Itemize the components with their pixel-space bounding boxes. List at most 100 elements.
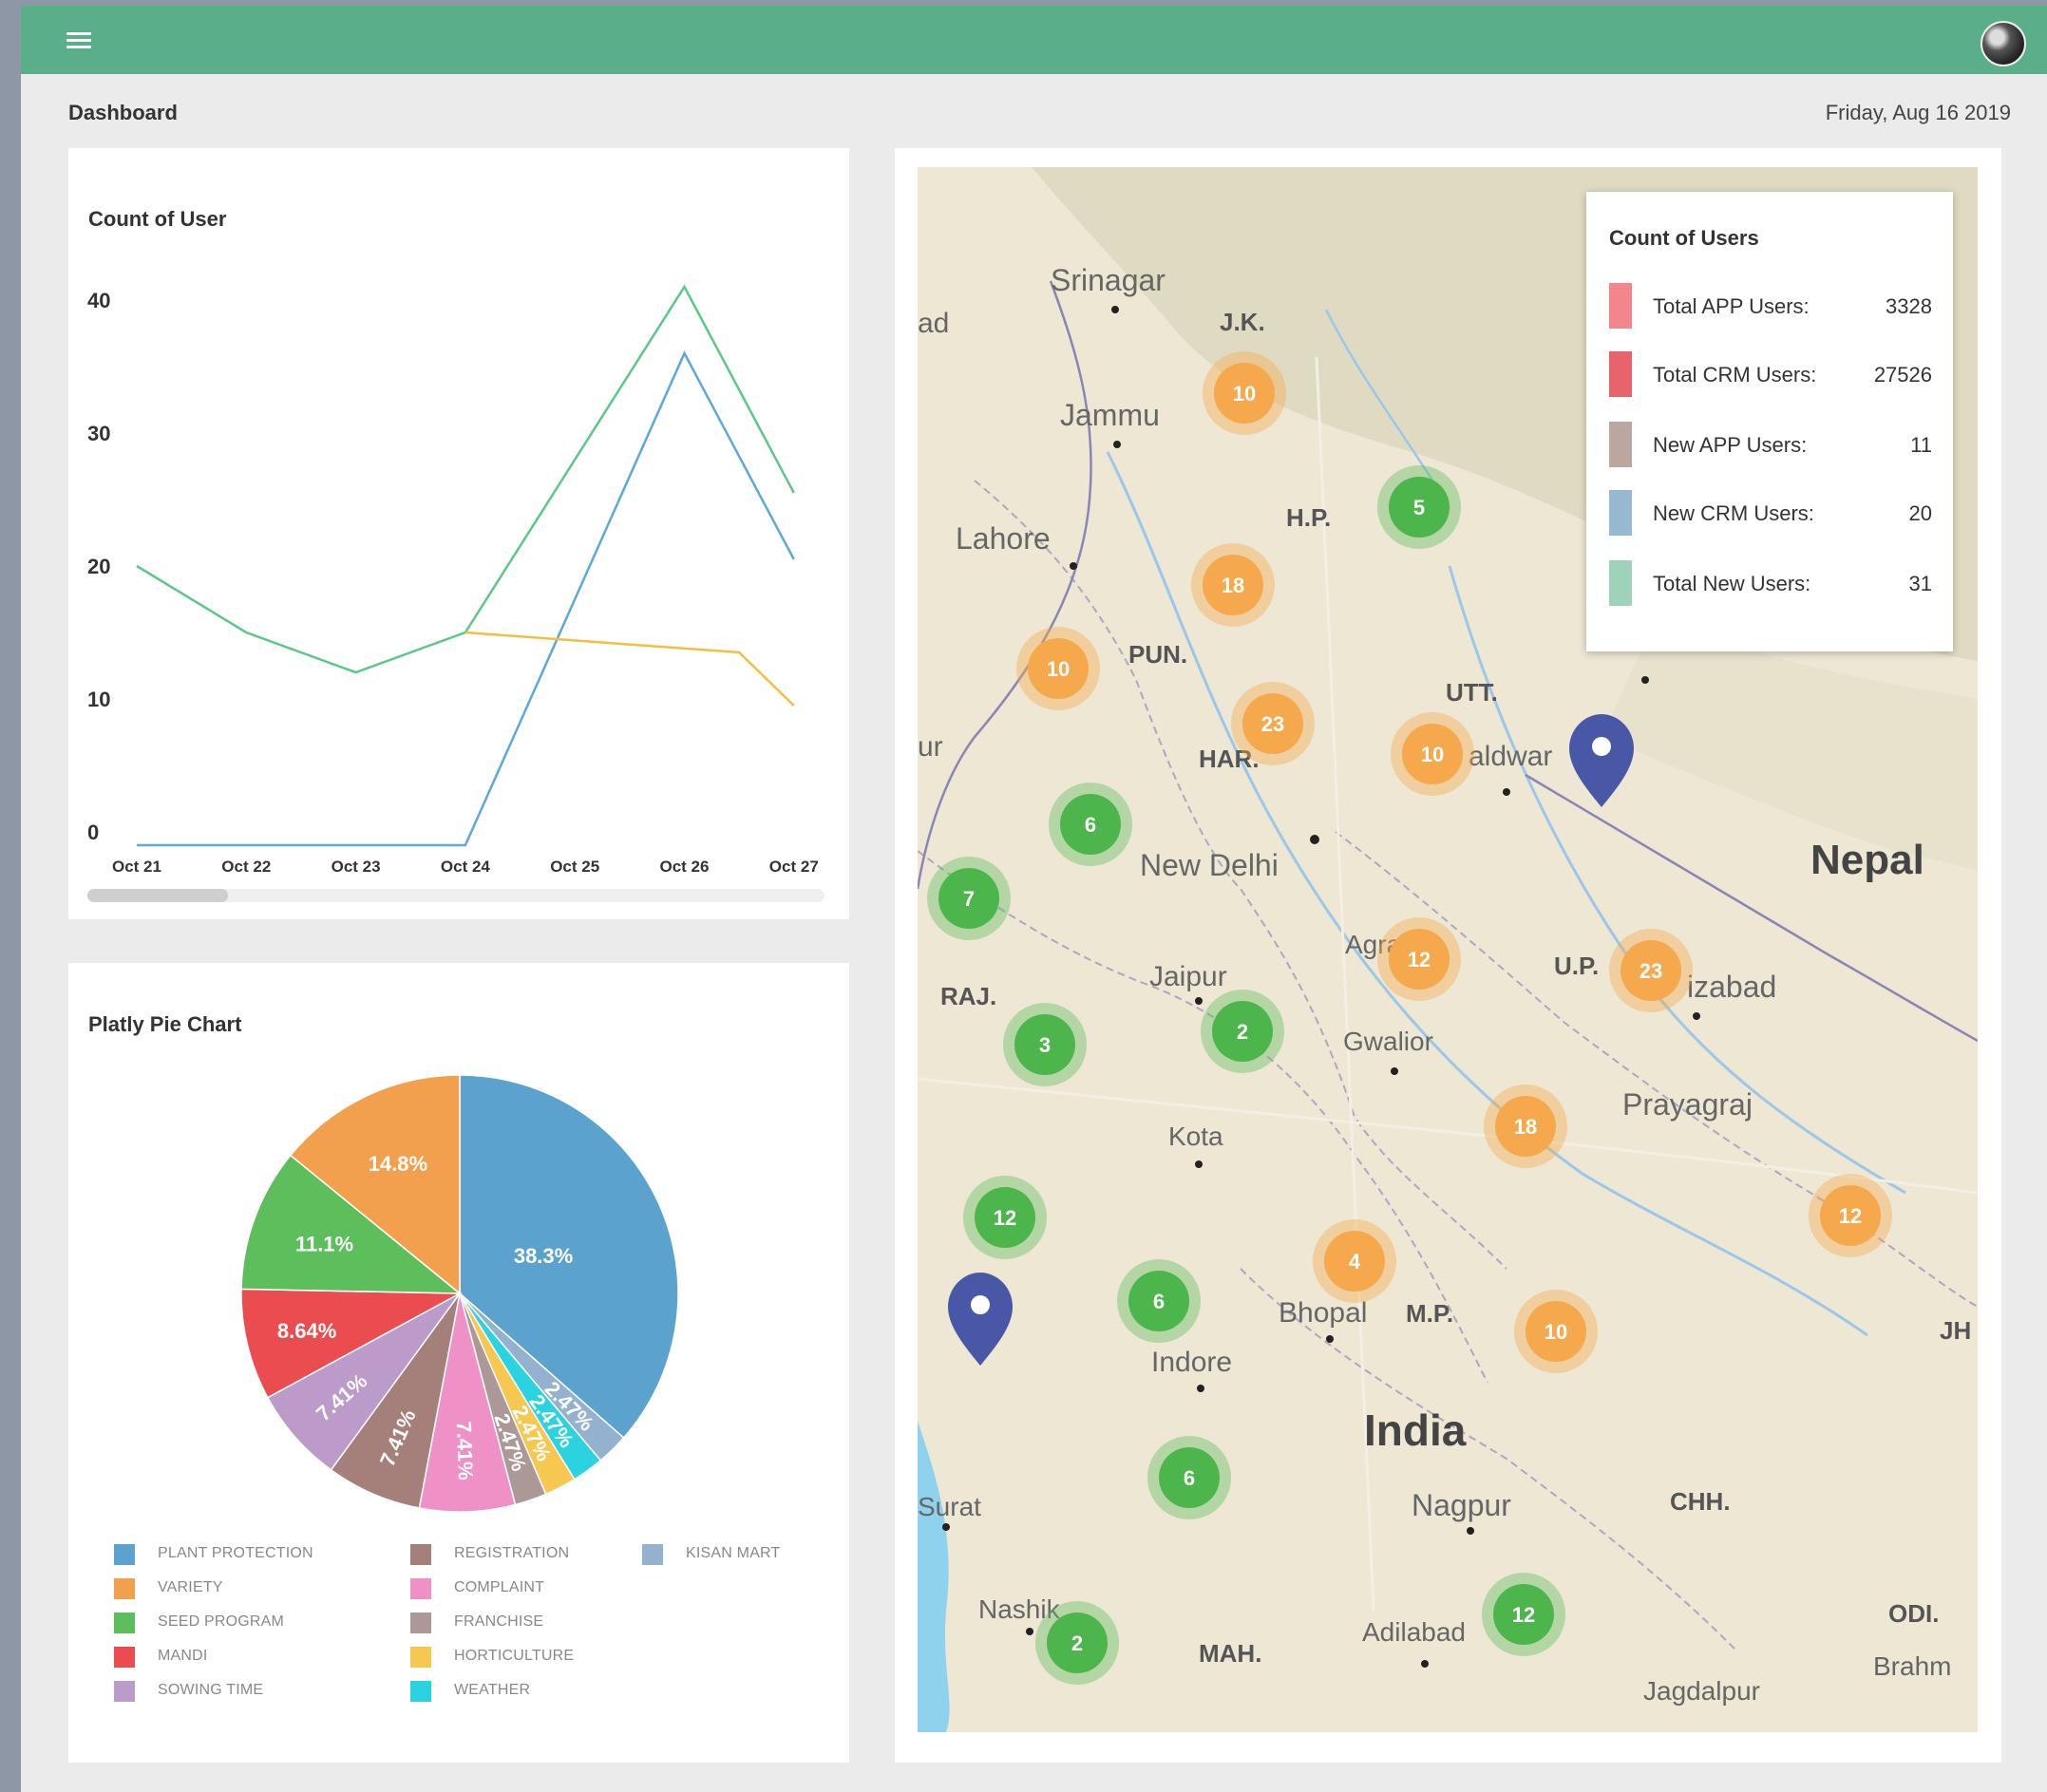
orange-cluster[interactable]: 4 — [1313, 1219, 1396, 1303]
green-cluster[interactable]: 5 — [1377, 465, 1461, 549]
legend-label: COMPLAINT — [454, 1579, 545, 1595]
legend-label: FRANCHISE — [454, 1613, 544, 1630]
orange-cluster[interactable]: 10 — [1203, 351, 1286, 435]
legend-swatch — [114, 1578, 135, 1599]
legend-swatch — [114, 1647, 135, 1668]
map-place-label: UTT. — [1446, 678, 1498, 707]
map-pin-icon[interactable] — [1569, 714, 1634, 807]
orange-cluster[interactable]: 10 — [1016, 627, 1100, 710]
chart-scrollbar[interactable] — [87, 889, 824, 902]
pie-slice-label: 7.41% — [452, 1421, 478, 1481]
orange-cluster[interactable]: 23 — [1609, 929, 1693, 1012]
legend-label: SEED PROGRAM — [158, 1613, 285, 1630]
x-tick-label: Oct 27 — [769, 858, 819, 876]
cluster-count: 6 — [1085, 813, 1096, 837]
page-date: Friday, Aug 16 2019 — [1825, 101, 2011, 124]
count-of-users-panel: Count of Users Total APP Users: 3328 Tot… — [1586, 192, 1953, 651]
map-place-label: Jammu — [1060, 398, 1160, 432]
orange-cluster[interactable]: 18 — [1191, 543, 1275, 627]
cluster-count: 3 — [1039, 1033, 1051, 1057]
green-cluster[interactable]: 6 — [1147, 1436, 1231, 1519]
map-place-label: Gwalior — [1343, 1027, 1433, 1056]
legend-label: WEATHER — [454, 1682, 531, 1698]
legend-swatch — [114, 1613, 135, 1633]
legend-label: KISAN MART — [686, 1545, 781, 1561]
legend-label: HORTICULTURE — [454, 1648, 575, 1664]
cluster-count: 10 — [1545, 1320, 1567, 1344]
green-cluster[interactable]: 12 — [963, 1176, 1047, 1259]
cluster-count: 5 — [1413, 496, 1425, 519]
green-cluster[interactable]: 7 — [927, 857, 1011, 940]
orange-cluster[interactable]: 12 — [1377, 917, 1461, 1001]
cluster-count: 10 — [1421, 743, 1444, 766]
map-place-label: Brahm — [1873, 1651, 1951, 1681]
map-place-label: ad — [918, 308, 949, 339]
x-tick-label: Oct 21 — [112, 858, 161, 876]
orange-cluster[interactable]: 10 — [1391, 712, 1474, 796]
line-chart: 40 30 20 10 0 Oct 21 Oct 22 Oct 23 Oct 24 Oct 25 O… — [87, 284, 819, 876]
stat-swatch — [1609, 422, 1632, 467]
map-place-label: Jaipur — [1149, 961, 1227, 992]
orange-cluster[interactable]: 23 — [1231, 682, 1315, 765]
map-place-label: Nepal — [1810, 837, 1924, 883]
legend-swatch — [410, 1613, 431, 1633]
orange-cluster[interactable]: 12 — [1809, 1174, 1892, 1257]
pie-slice-label: 14.8% — [369, 1152, 427, 1176]
map-pin-icon[interactable] — [948, 1273, 1013, 1366]
map-place-label: J.K. — [1220, 308, 1265, 336]
city-dot — [1467, 1527, 1474, 1535]
green-cluster[interactable]: 6 — [1117, 1259, 1201, 1343]
legend-swatch — [410, 1544, 431, 1565]
map-place-label: U.P. — [1554, 952, 1599, 980]
chart-scroll-thumb[interactable] — [87, 889, 228, 902]
line-chart-card: Count of User 40 30 20 10 0 Oct 21 Oct 22 Oct 2… — [68, 148, 849, 919]
green-cluster[interactable]: 2 — [1201, 990, 1284, 1073]
legend-label: MANDI — [158, 1648, 208, 1664]
pie-slice-label: 38.3% — [514, 1244, 573, 1268]
cluster-count: 12 — [994, 1206, 1016, 1230]
cluster-count: 2 — [1071, 1632, 1083, 1655]
green-cluster[interactable]: 12 — [1482, 1573, 1565, 1656]
stat-label: New APP Users: — [1653, 433, 1808, 457]
green-cluster[interactable]: 6 — [1049, 783, 1132, 866]
city-dot — [1111, 306, 1119, 313]
cluster-count: 7 — [963, 887, 975, 911]
y-tick-label: 40 — [87, 289, 110, 312]
y-tick-label: 30 — [87, 422, 110, 445]
cluster-count: 10 — [1233, 382, 1256, 406]
legend-swatch — [410, 1681, 431, 1702]
page-title: Dashboard — [68, 101, 178, 124]
stat-row: Total APP Users: 3328 — [1609, 283, 1932, 329]
city-dot — [1197, 1385, 1204, 1392]
legend-label: REGISTRATION — [454, 1545, 570, 1561]
stat-value: 31 — [1908, 572, 1932, 595]
orange-cluster[interactable]: 18 — [1484, 1085, 1567, 1168]
orange-cluster[interactable]: 10 — [1514, 1290, 1598, 1373]
stat-value: 27526 — [1873, 363, 1932, 387]
pie-slice-label: 8.64% — [277, 1319, 336, 1343]
map-place-label: Lahore — [956, 521, 1051, 556]
stat-value: 20 — [1908, 501, 1932, 525]
road — [918, 1077, 1978, 1195]
cluster-count: 6 — [1184, 1466, 1195, 1490]
hamburger-icon[interactable] — [66, 28, 91, 51]
city-dot — [1693, 1012, 1700, 1020]
stat-label: Total APP Users: — [1653, 294, 1810, 318]
city-dot — [1195, 1160, 1203, 1168]
user-avatar-icon[interactable] — [1981, 21, 2026, 66]
cluster-count: 10 — [1047, 657, 1070, 681]
legend-swatch — [642, 1544, 663, 1565]
green-cluster[interactable]: 2 — [1035, 1601, 1119, 1685]
map-place-label: Adilabad — [1362, 1617, 1466, 1647]
legend-swatch — [114, 1544, 135, 1565]
legend-swatch — [114, 1681, 135, 1702]
cluster-count: 23 — [1261, 712, 1284, 736]
x-tick-label: Oct 26 — [660, 858, 710, 876]
green-cluster[interactable]: 3 — [1003, 1003, 1087, 1086]
map-place-label: PUN. — [1128, 640, 1187, 669]
x-tick-label: Oct 23 — [332, 858, 381, 876]
count-of-users-title: Count of Users — [1609, 226, 1759, 250]
legend-label: VARIETY — [158, 1579, 223, 1595]
stat-label: Total New Users: — [1653, 572, 1811, 595]
pie-chart: 38.3%2.47%2.47%2.47%2.47%7.41%7.41%7.41%… — [240, 1074, 679, 1513]
